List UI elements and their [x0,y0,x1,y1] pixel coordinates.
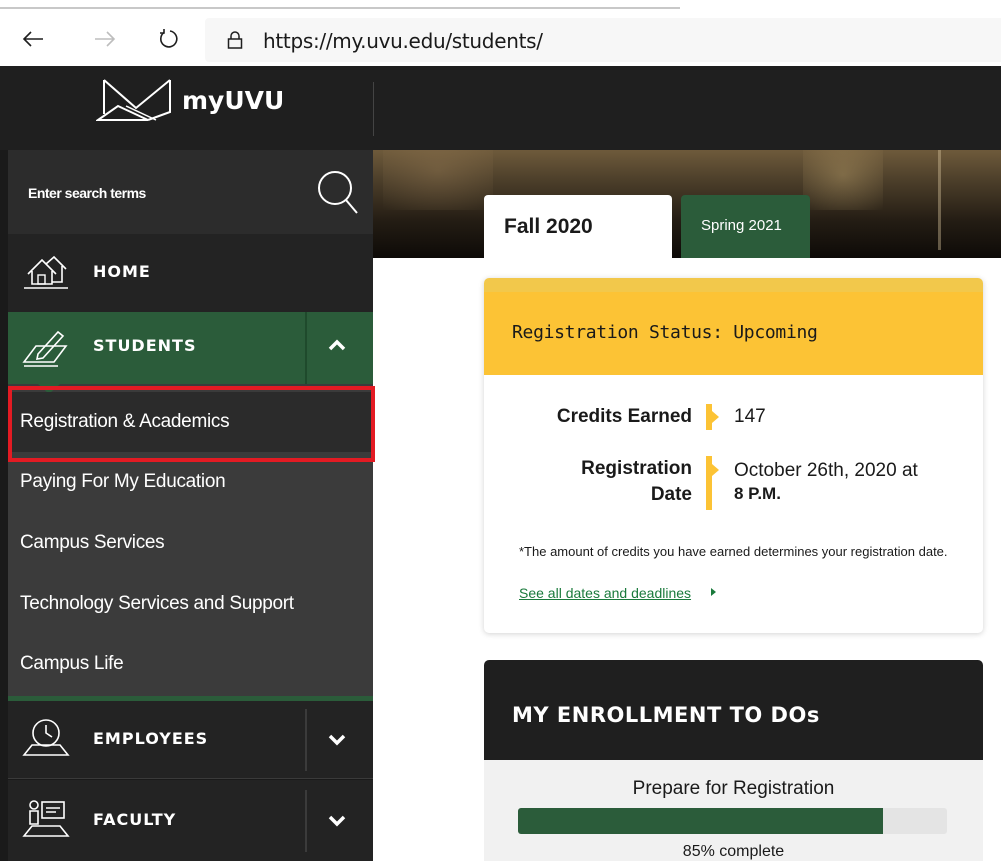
address-bar[interactable]: https://my.uvu.edu/students/ [205,18,1001,62]
hero-streak [938,150,941,250]
page-load-indicator [0,7,680,9]
forward-arrow-icon [95,31,116,47]
chevron-down-icon [328,734,346,746]
date-marker-arrow [712,464,719,476]
presentation-board-icon [22,800,70,837]
back-arrow-icon [22,31,43,47]
site-header: myUVU [0,66,1001,150]
enrollment-progress-bar [518,808,947,834]
submenu-item-campus-services[interactable]: Campus Services [8,513,373,573]
highlight-annotation [8,386,375,462]
submenu-item-technology-services[interactable]: Technology Services and Support [8,574,373,634]
credits-earned-label: Credits Earned [556,406,692,427]
lock-icon [227,31,243,49]
pencil-notebook-icon [22,330,68,367]
submenu-item-campus-life[interactable]: Campus Life [8,634,373,694]
expand-employees-button[interactable] [328,733,346,751]
sidebar-item-employees-label: EMPLOYEES [93,729,209,748]
progress-fill [518,808,883,834]
registration-time-value: 8 P.M. [734,484,781,503]
collapse-students-button[interactable] [328,338,346,356]
toggle-divider [305,790,307,852]
back-button[interactable] [18,24,48,54]
logo-text: myUVU [182,85,285,115]
sidebar-item-employees[interactable]: EMPLOYEES [8,701,373,779]
sidebar-item-students-label: STUDENTS [93,336,197,355]
credits-marker-arrow [712,411,719,423]
hero-light [383,150,493,210]
sidebar-item-home[interactable]: HOME [8,234,373,316]
chevron-down-icon [328,815,346,827]
clock-icon [22,719,70,756]
enrollment-title: MY ENROLLMENT TO DOs [512,703,820,727]
progress-text: 85% complete [682,843,785,860]
toggle-divider [305,709,307,771]
url-text: https://my.uvu.edu/students/ [263,29,543,53]
myuvu-logo[interactable]: myUVU [96,76,284,124]
registration-status-header: Registration Status: Upcoming [484,292,983,375]
expand-faculty-button[interactable] [328,814,346,832]
sidebar-item-faculty-label: FACULTY [93,810,177,829]
tab-spring-2021[interactable]: Spring 2021 [681,195,810,258]
credits-earned-value: 147 [734,406,766,427]
sidebar-item-faculty[interactable]: FACULTY [8,780,373,861]
registration-status-card: Registration Status: Upcoming Credits Ea… [484,278,983,633]
see-all-dates-link[interactable]: See all dates and deadlines [519,585,691,601]
header-divider [373,82,374,136]
credits-note: *The amount of credits you have earned d… [519,544,948,559]
refresh-icon [160,29,178,48]
enrollment-task-label[interactable]: Prepare for Registration [484,778,983,800]
hero-light [803,150,883,210]
sidebar-item-home-label: HOME [93,262,151,281]
registration-date-value: October 26th, 2020 at [734,460,918,481]
enrollment-todos-card: MY ENROLLMENT TO DOs Prepare for Registr… [484,660,983,861]
forward-button[interactable] [90,24,120,54]
card-accent-bar [484,278,983,292]
registration-date-label: Registration [581,458,692,479]
registration-status-title: Registration Status: Upcoming [512,322,818,343]
sidebar-item-students[interactable]: STUDENTS [8,312,373,384]
sidebar: Enter search terms HOME STUDENTS Registr… [0,150,373,861]
uvu-logo-icon [96,79,171,121]
refresh-button[interactable] [154,24,184,54]
toggle-divider [305,312,307,384]
search-icon[interactable] [315,168,361,216]
tab-fall-2020[interactable]: Fall 2020 [484,195,672,258]
registration-date-label-line2: Date [650,484,692,505]
chevron-up-icon [328,339,346,351]
home-icon [24,255,68,289]
link-arrow-icon [711,588,716,596]
enrollment-header: MY ENROLLMENT TO DOs [484,660,983,760]
search-input[interactable]: Enter search terms [8,150,373,234]
browser-toolbar: https://my.uvu.edu/students/ [0,0,1001,66]
search-placeholder: Enter search terms [28,185,146,201]
